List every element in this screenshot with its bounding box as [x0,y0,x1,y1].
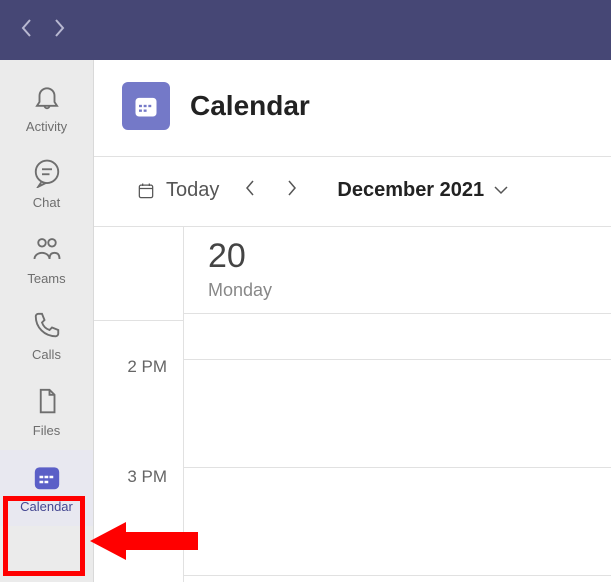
next-button[interactable] [281,173,303,208]
rail-label: Files [33,423,60,438]
rail-item-calls[interactable]: Calls [0,298,93,374]
time-slot[interactable] [184,360,611,468]
prev-button[interactable] [239,173,261,208]
calendar-toolbar: Today December 2021 [94,157,611,227]
rail-label: Chat [33,195,60,210]
app-rail: Activity Chat Teams Calls Files [0,60,94,582]
rail-label: Teams [27,271,65,286]
teams-icon [32,234,62,269]
today-button[interactable]: Today [136,179,219,202]
calendar-pane: Calendar Today December 2021 [94,60,611,582]
day-number: 20 [208,237,587,276]
rail-item-files[interactable]: Files [0,374,93,450]
day-column[interactable]: 20 Monday [184,227,611,582]
calendar-app-icon [122,82,170,130]
phone-icon [32,310,62,345]
time-gutter: 2 PM 3 PM [94,227,184,582]
rail-label: Calls [32,347,61,362]
date-picker[interactable]: December 2021 [337,179,510,202]
time-slot[interactable] [184,468,611,576]
today-label: Today [166,179,219,202]
time-slot[interactable] [184,314,611,360]
rail-item-activity[interactable]: Activity [0,70,93,146]
page-header: Calendar [94,60,611,157]
rail-label: Calendar [20,499,73,514]
calendar-grid: 2 PM 3 PM 20 Monday [94,227,611,582]
date-text: December 2021 [337,179,484,202]
chat-icon [32,158,62,193]
bell-icon [32,82,62,117]
title-bar [0,0,611,60]
chevron-down-icon [492,179,510,202]
rail-item-teams[interactable]: Teams [0,222,93,298]
rail-item-chat[interactable]: Chat [0,146,93,222]
file-icon [32,386,62,421]
day-header: 20 Monday [184,227,611,314]
page-title: Calendar [190,90,310,122]
day-of-week: Monday [208,280,587,301]
back-icon[interactable] [20,17,34,44]
time-label-2pm: 2 PM [127,357,167,377]
rail-item-calendar[interactable]: Calendar [0,450,93,526]
time-label-3pm: 3 PM [127,467,167,487]
rail-label: Activity [26,119,67,134]
forward-icon[interactable] [52,17,66,44]
calendar-icon [32,462,62,497]
